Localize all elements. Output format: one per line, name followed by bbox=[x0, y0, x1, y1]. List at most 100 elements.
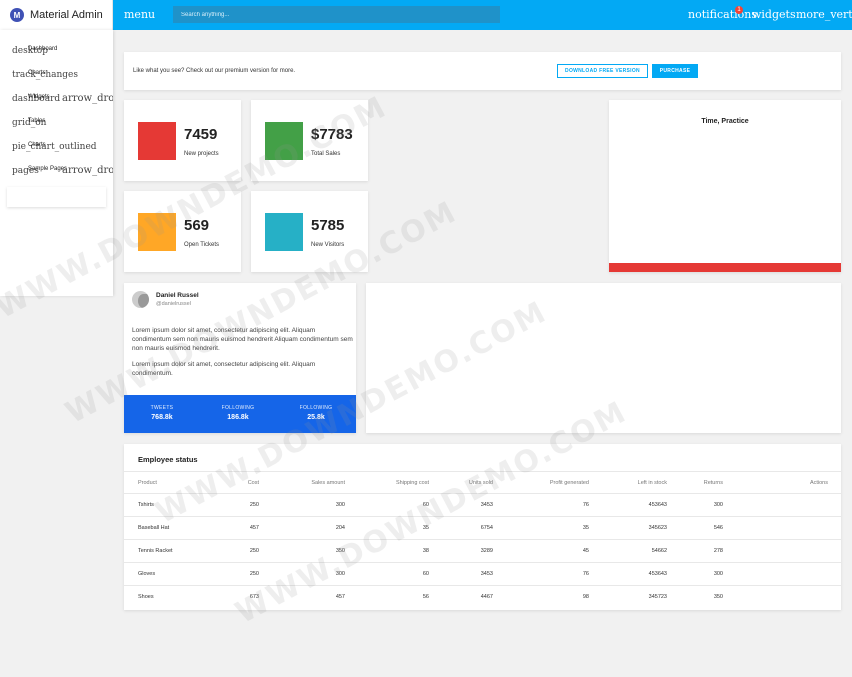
stat-card-open-tickets: 569 Open Tickets bbox=[124, 191, 241, 272]
pie-chart-icon: pie_chart_outlined bbox=[12, 142, 97, 152]
table-cell: 3289 bbox=[480, 548, 493, 554]
promo-text: Like what you see? Check out our premium… bbox=[133, 68, 296, 74]
stat-color-block bbox=[265, 213, 303, 251]
sidebar-item-label: Dashboard bbox=[28, 46, 58, 52]
table-cell: 98 bbox=[582, 594, 589, 600]
table-row[interactable]: Tennis Racket 250 350 38 3289 45 54662 2… bbox=[124, 539, 841, 562]
table-header-row: Product Cost Sales amount Shipping cost … bbox=[124, 471, 841, 494]
column-header[interactable]: Sales amount bbox=[311, 480, 345, 486]
brand-name: Material Admin bbox=[30, 9, 103, 21]
widgets-button[interactable]: widgets bbox=[752, 8, 796, 21]
profile-bio-1: Lorem ipsum dolor sit amet, consectetur … bbox=[132, 327, 353, 352]
profile-stat-value: 186.8k bbox=[227, 414, 249, 421]
brand[interactable]: M Material Admin bbox=[0, 0, 113, 30]
sidebar: desktop Dashboard track_changes Charts d… bbox=[0, 30, 113, 296]
stat-value: 7459 bbox=[184, 126, 218, 143]
sidebar-item-tables[interactable]: grid_on Tables bbox=[12, 117, 113, 133]
avatar[interactable] bbox=[132, 291, 149, 308]
table-cell: 345623 bbox=[648, 525, 667, 531]
sidebar-item-dashboard[interactable]: desktop Dashboard bbox=[12, 45, 113, 61]
column-header[interactable]: Units sold bbox=[469, 480, 493, 486]
table-cell: Baseball Hat bbox=[138, 525, 170, 531]
profile-stat-tweets: TWEETS 768.8k bbox=[132, 405, 192, 421]
table-cell: 60 bbox=[422, 571, 429, 577]
table-row[interactable]: Shoes 673 457 56 4467 98 345723 350 bbox=[124, 585, 841, 608]
table-row[interactable]: Gloves 250 300 60 3453 76 453643 300 bbox=[124, 562, 841, 585]
profile-stats-bar: TWEETS 768.8k FOLLOWING 186.8k FOLLOWING… bbox=[124, 395, 356, 433]
table-cell: 457 bbox=[335, 594, 345, 600]
profile-card: Daniel Russel @danielrussel Lorem ipsum … bbox=[124, 283, 356, 433]
stat-value: $7783 bbox=[311, 126, 353, 143]
sidebar-item-label: Charts bbox=[28, 142, 46, 148]
profile-stat-label: FOLLOWING bbox=[299, 405, 333, 411]
profile-name: Daniel Russel bbox=[156, 292, 199, 299]
table-cell: Gloves bbox=[138, 571, 156, 577]
table-cell: Tshirts bbox=[138, 502, 154, 508]
sidebar-item-sample-pages[interactable]: pages Sample Pages arrow_drop_down bbox=[12, 165, 113, 181]
table-cell: 250 bbox=[249, 502, 259, 508]
sidebar-item-label: Tables bbox=[28, 118, 46, 124]
table-cell: 4467 bbox=[480, 594, 493, 600]
stat-card-total-sales: $7783 Total Sales bbox=[251, 100, 368, 181]
profile-stat-following-2: FOLLOWING 25.8k bbox=[286, 405, 346, 421]
profile-bio-2: Lorem ipsum dolor sit amet, consectetur … bbox=[132, 361, 316, 377]
table-cell: 56 bbox=[422, 594, 429, 600]
stat-color-block bbox=[138, 213, 176, 251]
table-row[interactable]: Tshirts 250 300 60 3453 76 453643 300 bbox=[124, 493, 841, 516]
table-cell: 250 bbox=[249, 571, 259, 577]
employee-status-card: Employee status Product Cost Sales amoun… bbox=[124, 444, 841, 610]
table-cell: 300 bbox=[335, 502, 345, 508]
sidebar-item-widgets[interactable]: dashboard Widgets arrow_drop_down bbox=[12, 93, 113, 109]
sidebar-item-charts-2[interactable]: pie_chart_outlined Charts bbox=[12, 141, 113, 157]
notifications-button[interactable]: notifications bbox=[688, 8, 757, 21]
stat-card-new-projects: 7459 New projects bbox=[124, 100, 241, 181]
table-cell: 3453 bbox=[480, 571, 493, 577]
brand-logo-icon: M bbox=[10, 8, 24, 22]
table-cell: 453643 bbox=[648, 571, 667, 577]
table-cell: 60 bbox=[422, 502, 429, 508]
column-header[interactable]: Returns bbox=[704, 480, 723, 486]
table-cell: 673 bbox=[249, 594, 259, 600]
column-header[interactable]: Profit generated bbox=[550, 480, 589, 486]
more-vert-button[interactable]: more_vert bbox=[796, 8, 852, 21]
download-free-version-button[interactable]: DOWNLOAD FREE VERSION bbox=[557, 64, 648, 78]
column-header[interactable]: Shipping cost bbox=[396, 480, 429, 486]
table-cell: 457 bbox=[249, 525, 259, 531]
promo-card: Like what you see? Check out our premium… bbox=[124, 52, 841, 90]
stat-label: New Visitors bbox=[311, 242, 345, 248]
table-cell: 35 bbox=[422, 525, 429, 531]
sidebar-item-label: Charts bbox=[28, 70, 46, 76]
blank-card bbox=[366, 283, 841, 433]
table-cell: 546 bbox=[713, 525, 723, 531]
table-cell: 204 bbox=[335, 525, 345, 531]
top-app-bar: menu notifications 1 widgets more_vert bbox=[0, 0, 852, 30]
sidebar-item-charts[interactable]: track_changes Charts bbox=[12, 69, 113, 85]
table-cell: 453643 bbox=[648, 502, 667, 508]
table-cell: 250 bbox=[249, 548, 259, 554]
table-cell: 300 bbox=[335, 571, 345, 577]
column-header[interactable]: Left in stock bbox=[638, 480, 667, 486]
stat-label: Open Tickets bbox=[184, 242, 220, 248]
table-cell: 300 bbox=[713, 502, 723, 508]
table-row[interactable]: Baseball Hat 457 204 35 6754 35 345623 5… bbox=[124, 516, 841, 539]
table-cell: 38 bbox=[422, 548, 429, 554]
purchase-button[interactable]: PURCHASE bbox=[652, 64, 698, 78]
column-header[interactable]: Product bbox=[138, 480, 157, 486]
table-cell: 6754 bbox=[480, 525, 493, 531]
table-cell: 350 bbox=[713, 594, 723, 600]
profile-stat-label: FOLLOWING bbox=[221, 405, 255, 411]
column-header[interactable]: Actions bbox=[810, 480, 828, 486]
table-cell: 3453 bbox=[480, 502, 493, 508]
menu-button[interactable]: menu bbox=[124, 8, 155, 21]
stat-value: 569 bbox=[184, 217, 210, 234]
chart-title: Time, Practice bbox=[701, 118, 749, 125]
table-cell: 45 bbox=[582, 548, 589, 554]
table-cell: 76 bbox=[582, 571, 589, 577]
profile-stat-value: 25.8k bbox=[307, 414, 325, 421]
profile-stat-following: FOLLOWING 186.8k bbox=[208, 405, 268, 421]
column-header[interactable]: Cost bbox=[248, 480, 259, 486]
profile-handle: @danielrussel bbox=[156, 301, 191, 307]
chart-card: Time, Practice bbox=[609, 100, 841, 272]
search-input[interactable] bbox=[173, 6, 500, 23]
table-cell: Tennis Racket bbox=[138, 548, 173, 554]
